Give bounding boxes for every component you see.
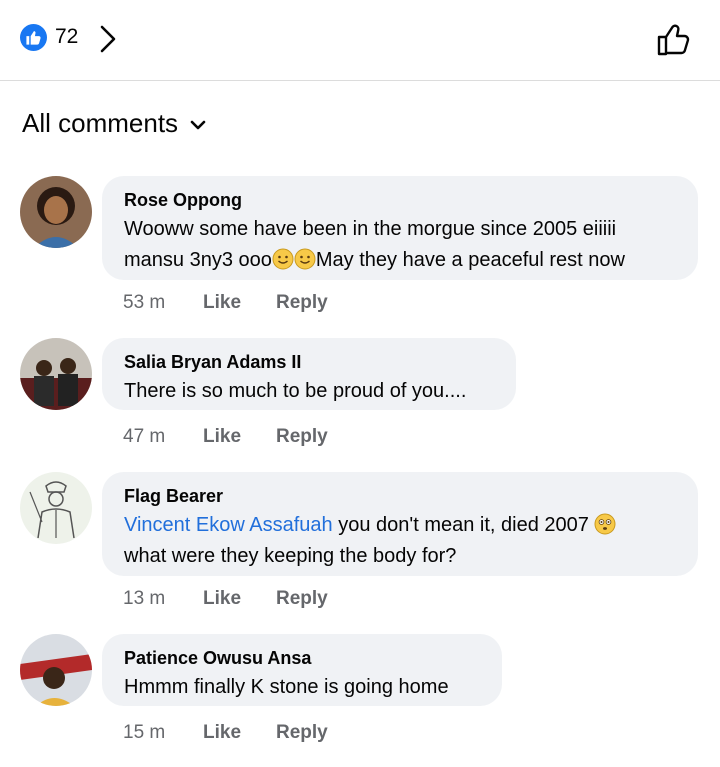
avatar[interactable] — [20, 634, 92, 706]
thumbs-up-outline-icon[interactable] — [654, 20, 694, 60]
chevron-down-icon — [190, 120, 206, 129]
header-divider — [0, 80, 720, 81]
avatar[interactable] — [20, 472, 92, 544]
comment-sort-label: All comments — [22, 108, 179, 138]
comment-timestamp[interactable]: 13 m — [123, 588, 203, 610]
like-button[interactable]: Like — [203, 722, 276, 744]
comment-text-line: Vincent Ekow Assafuah you don't mean it,… — [124, 510, 676, 541]
comment-text: There is so much to be proud of you.... — [124, 380, 467, 402]
comment-text: Wooww some have been in the morgue since… — [124, 214, 676, 276]
comment-timestamp[interactable]: 15 m — [123, 722, 203, 744]
comment-author[interactable]: Patience Owusu Ansa — [124, 646, 480, 670]
reaction-count[interactable]: 72 — [55, 25, 78, 49]
comment-text-segment: you don't mean it, died 2007 — [332, 514, 595, 536]
like-button[interactable]: Like — [203, 588, 276, 610]
avatar[interactable] — [20, 338, 92, 410]
comment-author[interactable]: Rose Oppong — [124, 188, 676, 212]
comment-text-line: mansu 3ny3 ooo May they have a peaceful r… — [124, 245, 676, 276]
reply-button[interactable]: Reply — [276, 588, 328, 610]
smile-emoji-icon — [294, 248, 316, 270]
chevron-right-icon[interactable] — [98, 24, 118, 54]
comment-text-line: what were they keeping the body for? — [124, 545, 457, 567]
comment-text: Hmmm finally K stone is going home — [124, 676, 449, 698]
comment-text-segment: mansu 3ny3 ooo — [124, 249, 272, 271]
thumbs-up-badge-icon[interactable] — [20, 24, 47, 51]
comment-sort-dropdown[interactable]: All comments — [22, 108, 206, 139]
comment-timestamp[interactable]: 47 m — [123, 426, 203, 448]
comment-author[interactable]: Flag Bearer — [124, 484, 676, 508]
mention-link[interactable]: Vincent Ekow Assafuah — [124, 514, 333, 536]
reply-button[interactable]: Reply — [276, 292, 328, 314]
comment-bubble: Flag Bearer Vincent Ekow Assafuah you do… — [102, 472, 698, 576]
avatar[interactable] — [20, 176, 92, 248]
comment-text: Vincent Ekow Assafuah you don't mean it,… — [124, 510, 676, 572]
flushed-emoji-icon — [594, 513, 616, 535]
comment-bubble: Rose Oppong Wooww some have been in the … — [102, 176, 698, 280]
like-button[interactable]: Like — [203, 426, 276, 448]
comment-bubble: Salia Bryan Adams II There is so much to… — [102, 338, 516, 410]
comment-actions: 47 m Like Reply — [123, 426, 328, 448]
reactions-bar: 72 — [0, 0, 720, 80]
smile-emoji-icon — [272, 248, 294, 270]
comment-actions: 53 m Like Reply — [123, 292, 328, 314]
comment-actions: 15 m Like Reply — [123, 722, 328, 744]
like-button[interactable]: Like — [203, 292, 276, 314]
comment-bubble: Patience Owusu Ansa Hmmm finally K stone… — [102, 634, 502, 706]
reply-button[interactable]: Reply — [276, 426, 328, 448]
comment-actions: 13 m Like Reply — [123, 588, 328, 610]
comment-text-line: Wooww some have been in the morgue since… — [124, 218, 617, 240]
comment-text-segment: May they have a peaceful rest now — [315, 249, 625, 271]
comment-timestamp[interactable]: 53 m — [123, 292, 203, 314]
comment-author[interactable]: Salia Bryan Adams II — [124, 350, 494, 374]
reply-button[interactable]: Reply — [276, 722, 328, 744]
